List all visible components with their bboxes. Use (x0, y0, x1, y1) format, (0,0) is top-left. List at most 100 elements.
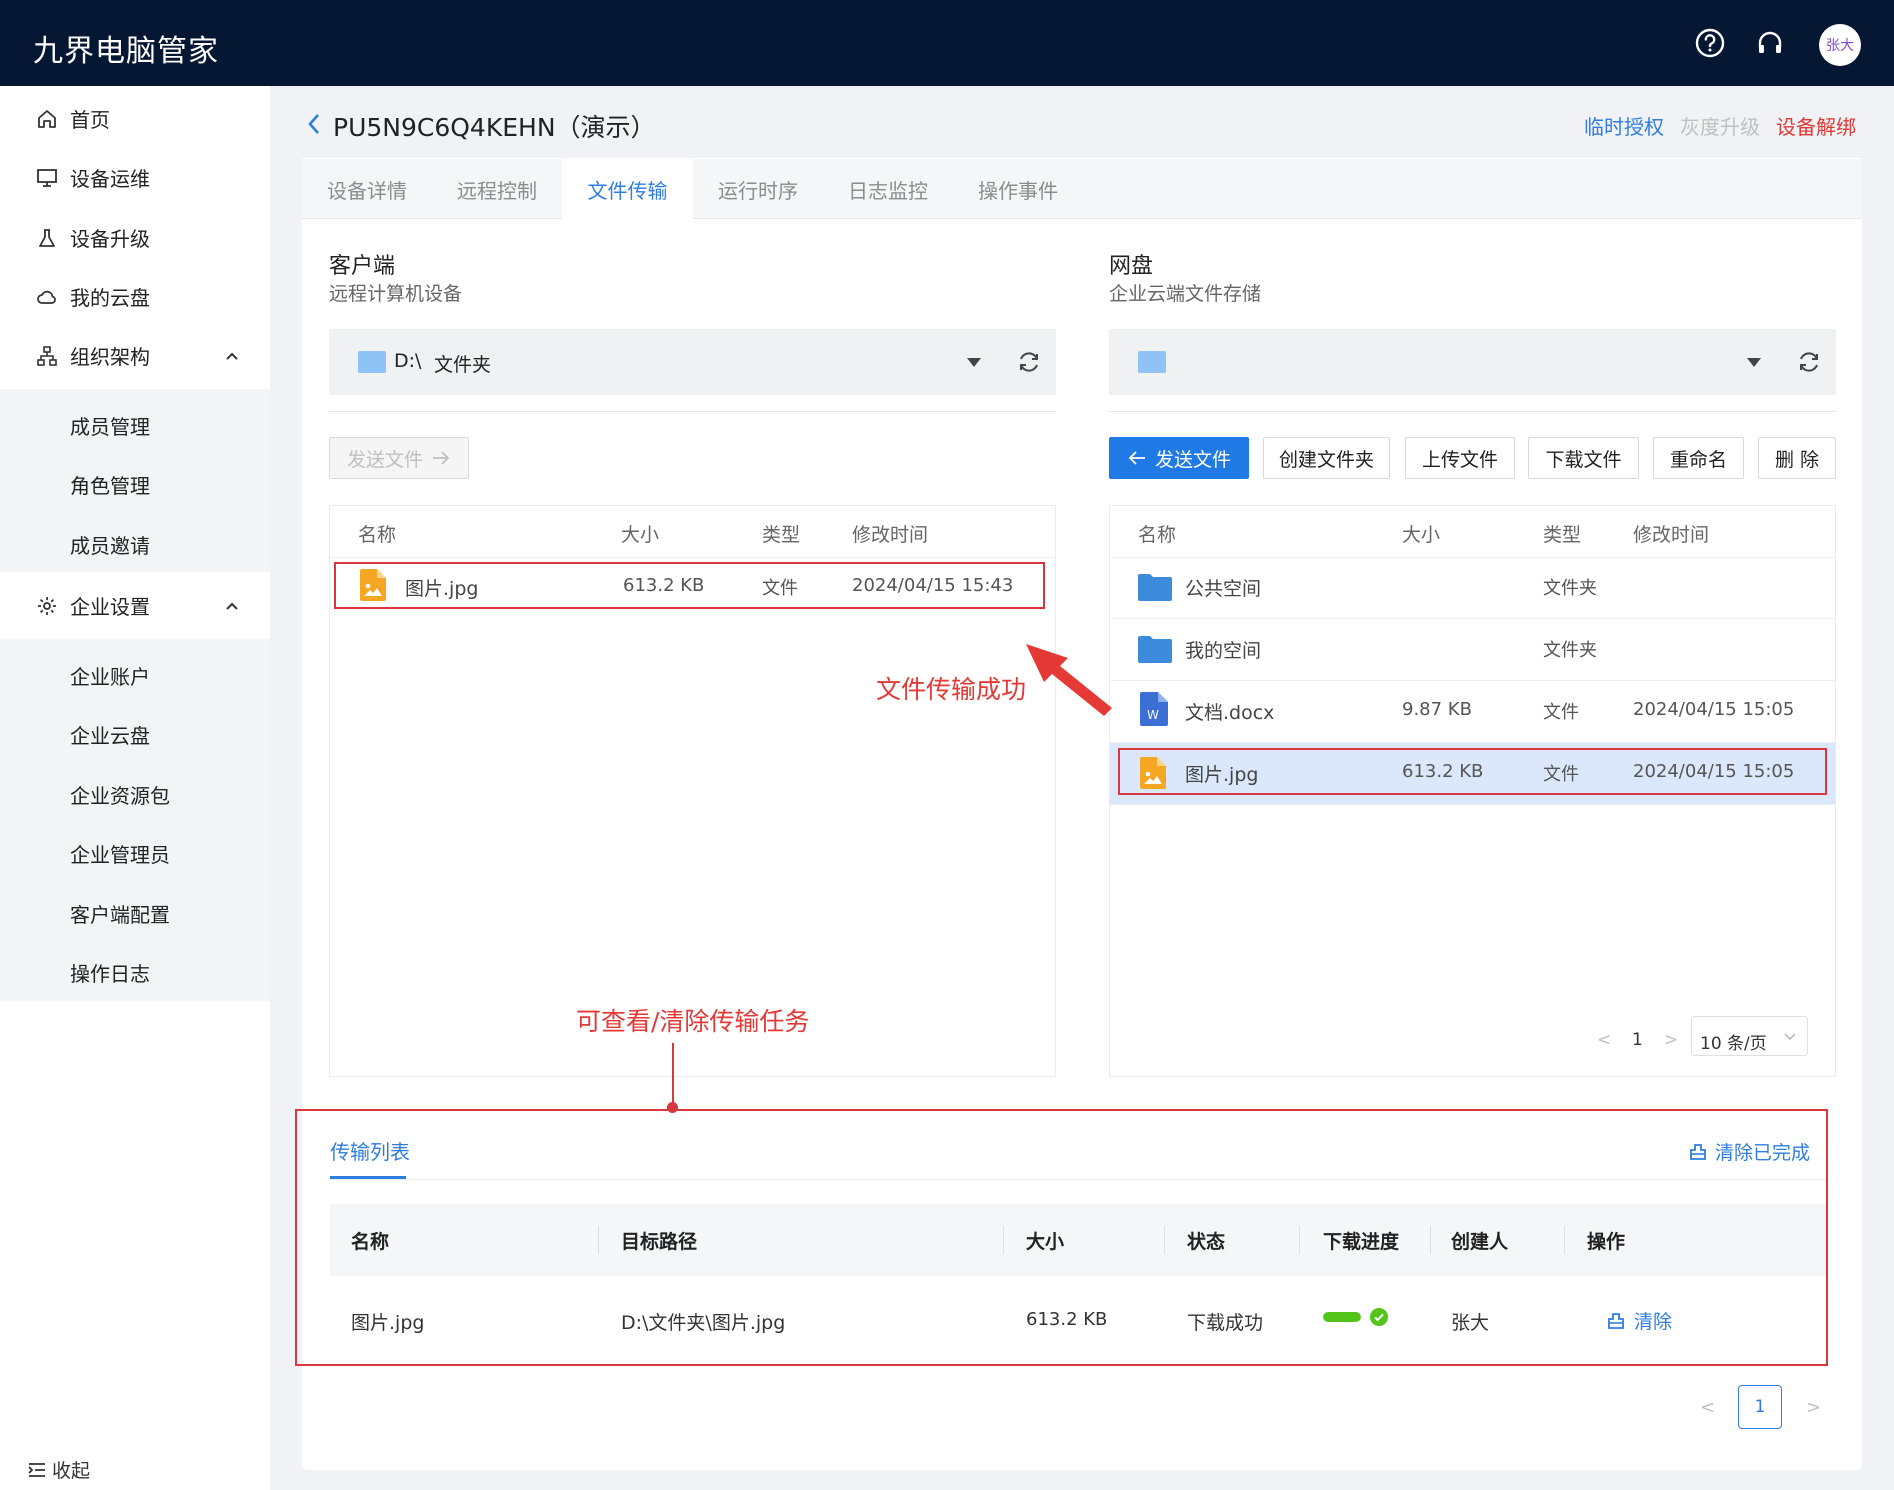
file-name: 公共空间 (1185, 578, 1262, 600)
divider (1109, 411, 1836, 412)
sidebar-item-my-cloud[interactable]: 我的云盘 (0, 267, 270, 325)
rename-button[interactable]: 重命名 (1653, 437, 1744, 479)
tab-file-transfer[interactable]: 文件传输 (562, 159, 693, 220)
delete-button[interactable]: 删 除 (1758, 437, 1836, 479)
sidebar-item-op-log[interactable]: 操作日志 (70, 958, 150, 987)
gray-upgrade-link[interactable]: 灰度升级 (1680, 111, 1760, 140)
prev-page-icon[interactable]: < (1700, 1397, 1715, 1418)
unbind-link[interactable]: 设备解绑 (1776, 111, 1856, 140)
column-separator (598, 1226, 599, 1254)
prev-page-icon[interactable]: < (1597, 1030, 1611, 1050)
svg-text:W: W (1147, 708, 1159, 722)
temp-auth-link[interactable]: 临时授权 (1584, 111, 1664, 140)
next-page-icon[interactable]: > (1664, 1030, 1678, 1050)
divider (329, 411, 1056, 412)
transfer-size: 613.2 KB (1026, 1309, 1108, 1330)
divider (1110, 804, 1835, 805)
sidebar-item-ent-account[interactable]: 企业账户 (70, 661, 150, 690)
sidebar-item-home[interactable]: 首页 (0, 89, 270, 147)
col-progress: 下载进度 (1323, 1231, 1400, 1253)
sidebar: 首页 设备运维 设备升级 我的云盘 组织架构 成员管理 角色管理 成员邀请 企业… (0, 86, 270, 1490)
tab-bar: 设备详情 远程控制 文件传输 运行时序 日志监控 操作事件 (302, 159, 1862, 220)
clear-done-button[interactable]: 清除已完成 (1689, 1138, 1810, 1165)
collapse-sidebar-button[interactable]: 收起 (28, 1456, 90, 1483)
clear-row-button[interactable]: 清除 (1607, 1307, 1672, 1334)
tab-remote-control[interactable]: 远程控制 (432, 159, 562, 219)
highlight-box (334, 562, 1045, 609)
monitor-icon (37, 169, 57, 187)
word-document-icon: W (1140, 692, 1168, 726)
client-title: 客户端 (329, 254, 396, 279)
sidebar-item-ent-resource[interactable]: 企业资源包 (70, 780, 170, 809)
client-path-select[interactable]: D:\ 文件夹 (329, 329, 1056, 395)
tab-transfer-list[interactable]: 传输列表 (330, 1136, 410, 1165)
sidebar-item-ent-cloud[interactable]: 企业云盘 (70, 720, 150, 749)
sidebar-item-roles[interactable]: 角色管理 (70, 470, 150, 499)
upload-button[interactable]: 上传文件 (1405, 437, 1515, 479)
sidebar-item-device-ops[interactable]: 设备运维 (0, 148, 270, 206)
tab-operation-events[interactable]: 操作事件 (953, 159, 1083, 219)
current-page[interactable]: 1 (1632, 1030, 1643, 1050)
client-path-drive: D:\ (394, 350, 422, 372)
broom-icon (1690, 1143, 1706, 1160)
arrow-right-icon (433, 451, 450, 465)
caret-down-icon[interactable] (1747, 358, 1761, 367)
file-type: 文件 (1543, 702, 1579, 723)
chevron-down-icon (1784, 1033, 1796, 1041)
cloud-send-button[interactable]: 发送文件 (1109, 437, 1249, 479)
menu-fold-icon (28, 1462, 45, 1477)
refresh-icon[interactable] (1017, 350, 1041, 374)
sidebar-item-ent-admin[interactable]: 企业管理员 (70, 839, 170, 868)
col-target: 目标路径 (621, 1231, 698, 1253)
col-modified: 修改时间 (852, 524, 929, 546)
sidebar-item-members[interactable]: 成员管理 (70, 411, 150, 440)
page-title: PU5N9C6Q4KEHN（演示） (333, 113, 656, 142)
col-status: 状态 (1187, 1231, 1226, 1253)
sidebar-item-label: 首页 (70, 107, 110, 132)
enterprise-submenu: 企业账户 企业云盘 企业资源包 企业管理员 客户端配置 操作日志 (0, 639, 270, 1001)
folder-icon (1138, 636, 1172, 663)
col-name: 名称 (1138, 524, 1177, 546)
file-type: 文件夹 (1543, 578, 1597, 599)
tab-log-monitor[interactable]: 日志监控 (823, 159, 953, 219)
cloud-path-select[interactable] (1109, 329, 1836, 395)
caret-down-icon[interactable] (967, 358, 981, 367)
col-size: 大小 (1402, 524, 1441, 546)
sidebar-item-invite[interactable]: 成员邀请 (70, 530, 150, 559)
sidebar-item-label: 组织架构 (70, 344, 150, 369)
help-circle-icon[interactable] (1692, 25, 1728, 61)
cloud-title: 网盘 (1109, 254, 1154, 279)
download-button[interactable]: 下载文件 (1528, 437, 1639, 479)
col-action: 操作 (1587, 1231, 1626, 1253)
col-size: 大小 (621, 524, 660, 546)
divider (330, 557, 1055, 558)
tab-device-detail[interactable]: 设备详情 (302, 159, 432, 219)
current-page[interactable]: 1 (1738, 1385, 1782, 1429)
client-send-button[interactable]: 发送文件 (329, 437, 469, 479)
divider (1110, 618, 1835, 619)
cloud-icon (37, 290, 56, 304)
sidebar-item-device-upgrade[interactable]: 设备升级 (0, 208, 270, 266)
sidebar-item-org[interactable]: 组织架构 (0, 326, 270, 384)
sidebar-item-client-config[interactable]: 客户端配置 (70, 899, 170, 928)
home-icon (38, 110, 56, 128)
highlight-box (1118, 748, 1827, 795)
file-modified: 2024/04/15 15:05 (1633, 699, 1795, 720)
top-bar: 九界电脑管家 张大 (0, 0, 1894, 86)
sidebar-item-enterprise-settings[interactable]: 企业设置 (0, 576, 270, 634)
headset-icon[interactable] (1752, 25, 1788, 61)
flask-icon (39, 229, 55, 247)
next-page-icon[interactable]: > (1806, 1397, 1821, 1418)
refresh-icon[interactable] (1797, 350, 1821, 374)
column-separator (1299, 1226, 1300, 1254)
avatar[interactable]: 张大 (1819, 24, 1861, 66)
divider (1110, 557, 1835, 558)
col-type: 类型 (1543, 524, 1582, 546)
create-folder-button[interactable]: 创建文件夹 (1263, 437, 1390, 479)
file-type: 文件夹 (1543, 640, 1597, 661)
tab-runtime-sequence[interactable]: 运行时序 (693, 159, 823, 219)
annotation-success: 文件传输成功 (876, 675, 1027, 704)
transfer-status: 下载成功 (1187, 1312, 1264, 1334)
chevron-left-icon[interactable] (306, 112, 322, 136)
page-size-select[interactable]: 10 条/页 (1691, 1016, 1808, 1056)
